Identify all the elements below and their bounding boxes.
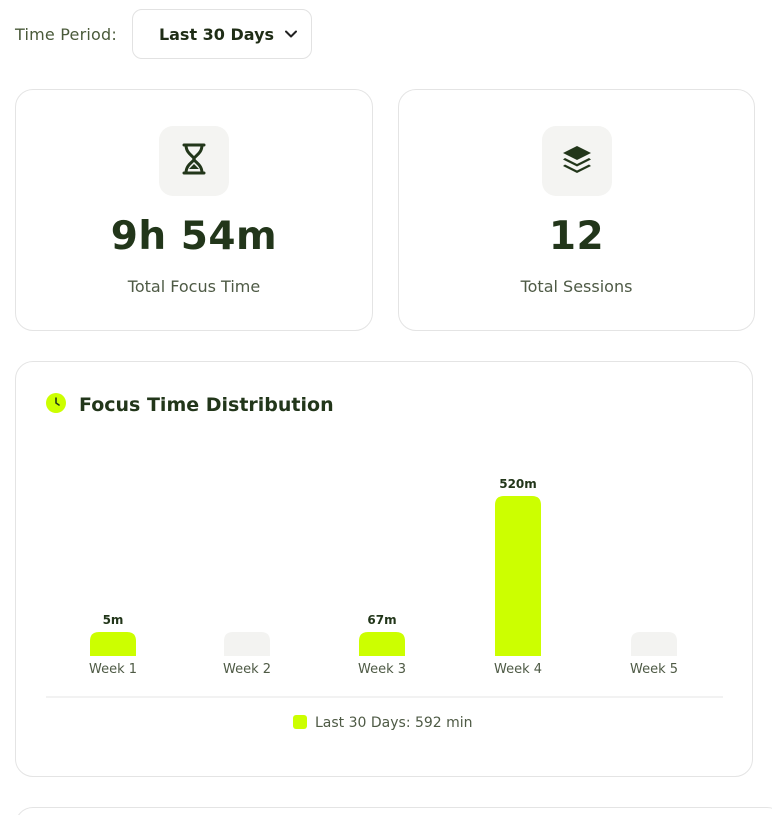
legend-label: Last 30 Days: 592 min	[315, 715, 473, 731]
hourglass-icon	[181, 143, 207, 179]
layers-icon	[561, 144, 593, 178]
chart-bar-week-4[interactable]	[495, 496, 541, 656]
chart-data-label: 5m	[103, 613, 124, 627]
x-axis-tick-label: Week 1	[89, 662, 137, 677]
chart-bar-week-3[interactable]	[359, 632, 405, 656]
total-focus-time-label: Total Focus Time	[127, 277, 261, 296]
total-sessions-card: 12 Total Sessions	[398, 89, 755, 331]
chart-bar-week-1[interactable]	[90, 632, 136, 656]
stat-icon-container	[541, 126, 612, 196]
chevron-down-icon	[284, 27, 297, 42]
chart-bar-week-2[interactable]	[224, 632, 270, 656]
x-axis-tick-label: Week 5	[630, 662, 678, 677]
chart-bar-week-5[interactable]	[631, 632, 677, 656]
stat-icon-container	[159, 126, 229, 196]
x-axis-tick-label: Week 2	[223, 662, 271, 677]
total-sessions-value: 12	[548, 214, 605, 259]
time-period-selected-value: Last 30 Days	[158, 24, 275, 44]
total-focus-time-card: 9h 54m Total Focus Time	[15, 89, 373, 331]
analytics-page: Time Period: Last 30 Days 9h 54m Total F…	[0, 0, 772, 815]
next-section-card	[15, 807, 772, 815]
time-period-filter: Time Period: Last 30 Days	[15, 9, 312, 59]
x-axis-tick-label: Week 4	[494, 662, 542, 677]
legend-swatch	[293, 715, 307, 729]
time-period-label: Time Period:	[15, 24, 117, 44]
chart-data-label: 520m	[499, 477, 537, 491]
chart-data-label: 67m	[367, 613, 396, 627]
total-sessions-label: Total Sessions	[520, 277, 633, 296]
total-focus-time-value: 9h 54m	[110, 214, 278, 259]
x-axis-tick-label: Week 3	[358, 662, 406, 677]
time-period-select[interactable]: Last 30 Days	[131, 9, 312, 59]
focus-distribution-card: Focus Time Distribution Last 30 Days: 59…	[15, 361, 753, 777]
focus-bar-chart: Last 30 Days: 592 min 5m Week 1 Week 2 67m W…	[46, 477, 723, 731]
